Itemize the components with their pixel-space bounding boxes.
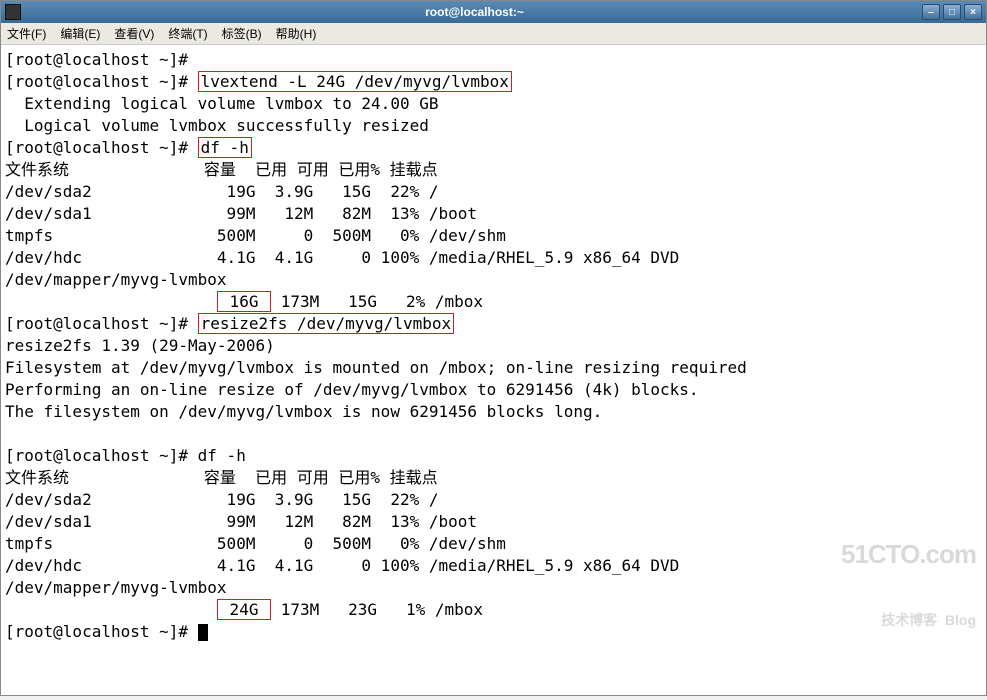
df1-row-3: tmpfs 500M 0 500M 0% /dev/shm	[5, 226, 506, 245]
df2-row-5: /dev/mapper/myvg-lvmbox	[5, 578, 227, 597]
prompt: [root@localhost ~]#	[5, 50, 198, 69]
menu-terminal[interactable]: 终端(T)	[168, 25, 207, 42]
cmd-lvextend: lvextend -L 24G /dev/myvg/lvmbox	[198, 71, 512, 92]
df1-row-1: /dev/sda2 19G 3.9G 15G 22% /	[5, 182, 438, 201]
df-header-fs: 文件系统	[5, 160, 69, 179]
menu-view[interactable]: 查看(V)	[114, 25, 154, 42]
df2-row-3: tmpfs 500M 0 500M 0% /dev/shm	[5, 534, 506, 553]
prompt: [root@localhost ~]#	[5, 314, 198, 333]
out-resize-2: Performing an on-line resize of /dev/myv…	[5, 380, 699, 399]
df2-row-4: /dev/hdc 4.1G 4.1G 0 100% /media/RHEL_5.…	[5, 556, 679, 575]
df2-header-rest: 容量 已用 可用 已用% 挂载点	[69, 468, 438, 487]
watermark: 51CTO.com 技术博客 Blog	[841, 499, 976, 675]
df2-header-fs: 文件系统	[5, 468, 69, 487]
out-resize-3: The filesystem on /dev/myvg/lvmbox is no…	[5, 402, 602, 421]
titlebar[interactable]: root@localhost:~ – □ ×	[1, 1, 986, 23]
cmd-df-h-2: df -h	[198, 446, 246, 465]
df2-mbox-pre	[5, 600, 217, 619]
cursor-block	[198, 624, 208, 641]
cmd-df-h-1: df -h	[198, 137, 252, 158]
menubar: 文件(F) 编辑(E) 查看(V) 终端(T) 标签(B) 帮助(H)	[1, 23, 986, 45]
out-resize-v: resize2fs 1.39 (29-May-2006)	[5, 336, 275, 355]
watermark-line1: 51CTO.com	[841, 543, 976, 565]
prompt: [root@localhost ~]#	[5, 622, 198, 641]
df2-row-1: /dev/sda2 19G 3.9G 15G 22% /	[5, 490, 438, 509]
df2-mbox-size: 24G	[217, 599, 271, 620]
df1-row-4: /dev/hdc 4.1G 4.1G 0 100% /media/RHEL_5.…	[5, 248, 679, 267]
app-icon	[5, 4, 21, 20]
close-button[interactable]: ×	[964, 4, 982, 20]
out-extend-1: Extending logical volume lvmbox to 24.00…	[5, 94, 438, 113]
menu-edit[interactable]: 编辑(E)	[60, 25, 100, 42]
df2-mbox-rest: 173M 23G 1% /mbox	[271, 600, 483, 619]
df-header-rest: 容量 已用 可用 已用% 挂载点	[69, 160, 438, 179]
watermark-line2: 技术博客 Blog	[841, 609, 976, 631]
terminal-window: root@localhost:~ – □ × 文件(F) 编辑(E) 查看(V)…	[0, 0, 987, 696]
window-buttons: – □ ×	[922, 4, 982, 20]
prompt: [root@localhost ~]#	[5, 446, 198, 465]
terminal-area[interactable]: [root@localhost ~]# [root@localhost ~]# …	[1, 45, 986, 695]
out-resize-1: Filesystem at /dev/myvg/lvmbox is mounte…	[5, 358, 747, 377]
menu-file[interactable]: 文件(F)	[7, 25, 46, 42]
df1-mbox-pre	[5, 292, 217, 311]
df2-row-2: /dev/sda1 99M 12M 82M 13% /boot	[5, 512, 477, 531]
menu-tab[interactable]: 标签(B)	[222, 25, 262, 42]
df1-mbox-size: 16G	[217, 291, 271, 312]
out-extend-2: Logical volume lvmbox successfully resiz…	[5, 116, 429, 135]
prompt: [root@localhost ~]#	[5, 138, 198, 157]
prompt: [root@localhost ~]#	[5, 72, 198, 91]
cmd-resize2fs: resize2fs /dev/myvg/lvmbox	[198, 313, 454, 334]
maximize-button[interactable]: □	[943, 4, 961, 20]
minimize-button[interactable]: –	[922, 4, 940, 20]
menu-help[interactable]: 帮助(H)	[276, 25, 317, 42]
df1-row-5: /dev/mapper/myvg-lvmbox	[5, 270, 227, 289]
df1-mbox-rest: 173M 15G 2% /mbox	[271, 292, 483, 311]
window-title: root@localhost:~	[27, 5, 922, 19]
df1-row-2: /dev/sda1 99M 12M 82M 13% /boot	[5, 204, 477, 223]
